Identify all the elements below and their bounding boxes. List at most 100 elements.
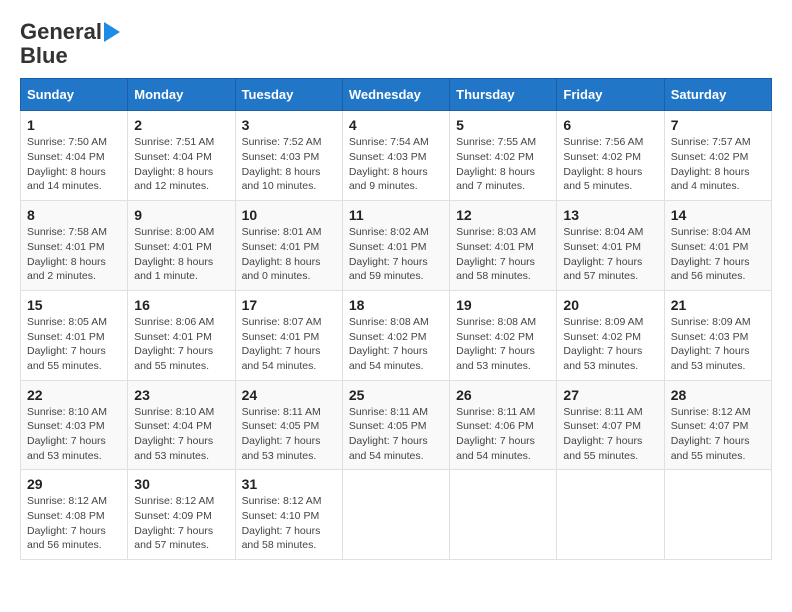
day-number: 4	[349, 117, 443, 133]
sunrise-time: Sunrise: 7:58 AM	[27, 226, 107, 238]
sunset-time: Sunset: 4:01 PM	[242, 241, 320, 253]
sunset-time: Sunset: 4:01 PM	[456, 241, 534, 253]
calendar-cell: 12 Sunrise: 8:03 AM Sunset: 4:01 PM Dayl…	[450, 201, 557, 291]
daylight-hours: Daylight: 7 hours and 53 minutes.	[242, 435, 321, 462]
day-number: 13	[563, 207, 657, 223]
calendar-body: 1 Sunrise: 7:50 AM Sunset: 4:04 PM Dayli…	[21, 111, 772, 560]
daylight-hours: Daylight: 8 hours and 1 minute.	[134, 256, 213, 283]
calendar-cell: 28 Sunrise: 8:12 AM Sunset: 4:07 PM Dayl…	[664, 380, 771, 470]
day-info: Sunrise: 8:11 AM Sunset: 4:06 PM Dayligh…	[456, 405, 550, 464]
day-info: Sunrise: 7:56 AM Sunset: 4:02 PM Dayligh…	[563, 135, 657, 194]
sunrise-time: Sunrise: 8:12 AM	[242, 495, 322, 507]
daylight-hours: Daylight: 7 hours and 53 minutes.	[671, 345, 750, 372]
sunset-time: Sunset: 4:01 PM	[134, 331, 212, 343]
daylight-hours: Daylight: 7 hours and 58 minutes.	[456, 256, 535, 283]
sunset-time: Sunset: 4:02 PM	[456, 331, 534, 343]
weekday-header: Saturday	[664, 79, 771, 111]
sunset-time: Sunset: 4:01 PM	[27, 241, 105, 253]
sunrise-time: Sunrise: 8:00 AM	[134, 226, 214, 238]
sunset-time: Sunset: 4:01 PM	[242, 331, 320, 343]
sunrise-time: Sunrise: 7:55 AM	[456, 136, 536, 148]
calendar-cell: 26 Sunrise: 8:11 AM Sunset: 4:06 PM Dayl…	[450, 380, 557, 470]
daylight-hours: Daylight: 7 hours and 54 minutes.	[349, 345, 428, 372]
weekday-header: Thursday	[450, 79, 557, 111]
sunset-time: Sunset: 4:03 PM	[27, 420, 105, 432]
calendar-cell: 5 Sunrise: 7:55 AM Sunset: 4:02 PM Dayli…	[450, 111, 557, 201]
calendar-cell: 23 Sunrise: 8:10 AM Sunset: 4:04 PM Dayl…	[128, 380, 235, 470]
calendar-cell: 1 Sunrise: 7:50 AM Sunset: 4:04 PM Dayli…	[21, 111, 128, 201]
day-info: Sunrise: 7:51 AM Sunset: 4:04 PM Dayligh…	[134, 135, 228, 194]
daylight-hours: Daylight: 7 hours and 55 minutes.	[563, 435, 642, 462]
weekday-header: Monday	[128, 79, 235, 111]
day-number: 6	[563, 117, 657, 133]
day-number: 11	[349, 207, 443, 223]
calendar-cell: 11 Sunrise: 8:02 AM Sunset: 4:01 PM Dayl…	[342, 201, 449, 291]
day-number: 20	[563, 297, 657, 313]
calendar-cell	[664, 470, 771, 560]
day-info: Sunrise: 8:12 AM Sunset: 4:10 PM Dayligh…	[242, 494, 336, 553]
daylight-hours: Daylight: 7 hours and 54 minutes.	[242, 345, 321, 372]
sunset-time: Sunset: 4:02 PM	[563, 331, 641, 343]
calendar-cell: 10 Sunrise: 8:01 AM Sunset: 4:01 PM Dayl…	[235, 201, 342, 291]
sunrise-time: Sunrise: 8:10 AM	[134, 406, 214, 418]
day-number: 28	[671, 387, 765, 403]
calendar-cell: 15 Sunrise: 8:05 AM Sunset: 4:01 PM Dayl…	[21, 290, 128, 380]
logo-text-blue: Blue	[20, 44, 68, 68]
day-number: 29	[27, 476, 121, 492]
day-info: Sunrise: 8:12 AM Sunset: 4:08 PM Dayligh…	[27, 494, 121, 553]
sunset-time: Sunset: 4:04 PM	[134, 420, 212, 432]
daylight-hours: Daylight: 8 hours and 4 minutes.	[671, 166, 750, 193]
day-number: 18	[349, 297, 443, 313]
calendar-cell: 6 Sunrise: 7:56 AM Sunset: 4:02 PM Dayli…	[557, 111, 664, 201]
day-number: 27	[563, 387, 657, 403]
sunrise-time: Sunrise: 7:51 AM	[134, 136, 214, 148]
logo-text-general: General	[20, 20, 102, 44]
day-info: Sunrise: 8:08 AM Sunset: 4:02 PM Dayligh…	[349, 315, 443, 374]
sunrise-time: Sunrise: 8:05 AM	[27, 316, 107, 328]
sunrise-time: Sunrise: 8:01 AM	[242, 226, 322, 238]
day-info: Sunrise: 7:55 AM Sunset: 4:02 PM Dayligh…	[456, 135, 550, 194]
calendar-cell: 3 Sunrise: 7:52 AM Sunset: 4:03 PM Dayli…	[235, 111, 342, 201]
day-info: Sunrise: 8:00 AM Sunset: 4:01 PM Dayligh…	[134, 225, 228, 284]
sunset-time: Sunset: 4:05 PM	[242, 420, 320, 432]
calendar-cell: 8 Sunrise: 7:58 AM Sunset: 4:01 PM Dayli…	[21, 201, 128, 291]
sunset-time: Sunset: 4:01 PM	[134, 241, 212, 253]
calendar-cell: 20 Sunrise: 8:09 AM Sunset: 4:02 PM Dayl…	[557, 290, 664, 380]
daylight-hours: Daylight: 7 hours and 55 minutes.	[134, 345, 213, 372]
weekday-header: Sunday	[21, 79, 128, 111]
day-info: Sunrise: 8:06 AM Sunset: 4:01 PM Dayligh…	[134, 315, 228, 374]
sunset-time: Sunset: 4:01 PM	[27, 331, 105, 343]
sunrise-time: Sunrise: 8:04 AM	[671, 226, 751, 238]
day-info: Sunrise: 8:09 AM Sunset: 4:02 PM Dayligh…	[563, 315, 657, 374]
sunset-time: Sunset: 4:02 PM	[349, 331, 427, 343]
daylight-hours: Daylight: 7 hours and 58 minutes.	[242, 525, 321, 552]
day-number: 30	[134, 476, 228, 492]
day-number: 7	[671, 117, 765, 133]
weekday-header: Tuesday	[235, 79, 342, 111]
day-info: Sunrise: 8:10 AM Sunset: 4:03 PM Dayligh…	[27, 405, 121, 464]
day-number: 19	[456, 297, 550, 313]
sunset-time: Sunset: 4:07 PM	[563, 420, 641, 432]
daylight-hours: Daylight: 8 hours and 5 minutes.	[563, 166, 642, 193]
sunset-time: Sunset: 4:02 PM	[456, 151, 534, 163]
day-info: Sunrise: 8:10 AM Sunset: 4:04 PM Dayligh…	[134, 405, 228, 464]
daylight-hours: Daylight: 7 hours and 59 minutes.	[349, 256, 428, 283]
day-info: Sunrise: 8:07 AM Sunset: 4:01 PM Dayligh…	[242, 315, 336, 374]
sunset-time: Sunset: 4:03 PM	[349, 151, 427, 163]
daylight-hours: Daylight: 7 hours and 55 minutes.	[671, 435, 750, 462]
daylight-hours: Daylight: 8 hours and 9 minutes.	[349, 166, 428, 193]
daylight-hours: Daylight: 7 hours and 56 minutes.	[27, 525, 106, 552]
sunrise-time: Sunrise: 8:07 AM	[242, 316, 322, 328]
day-number: 12	[456, 207, 550, 223]
calendar-cell	[342, 470, 449, 560]
sunset-time: Sunset: 4:09 PM	[134, 510, 212, 522]
weekday-header: Friday	[557, 79, 664, 111]
day-info: Sunrise: 8:04 AM Sunset: 4:01 PM Dayligh…	[671, 225, 765, 284]
day-number: 31	[242, 476, 336, 492]
sunrise-time: Sunrise: 8:12 AM	[671, 406, 751, 418]
weekday-header: Wednesday	[342, 79, 449, 111]
sunset-time: Sunset: 4:01 PM	[349, 241, 427, 253]
sunrise-time: Sunrise: 8:12 AM	[27, 495, 107, 507]
daylight-hours: Daylight: 7 hours and 57 minutes.	[134, 525, 213, 552]
daylight-hours: Daylight: 7 hours and 53 minutes.	[563, 345, 642, 372]
